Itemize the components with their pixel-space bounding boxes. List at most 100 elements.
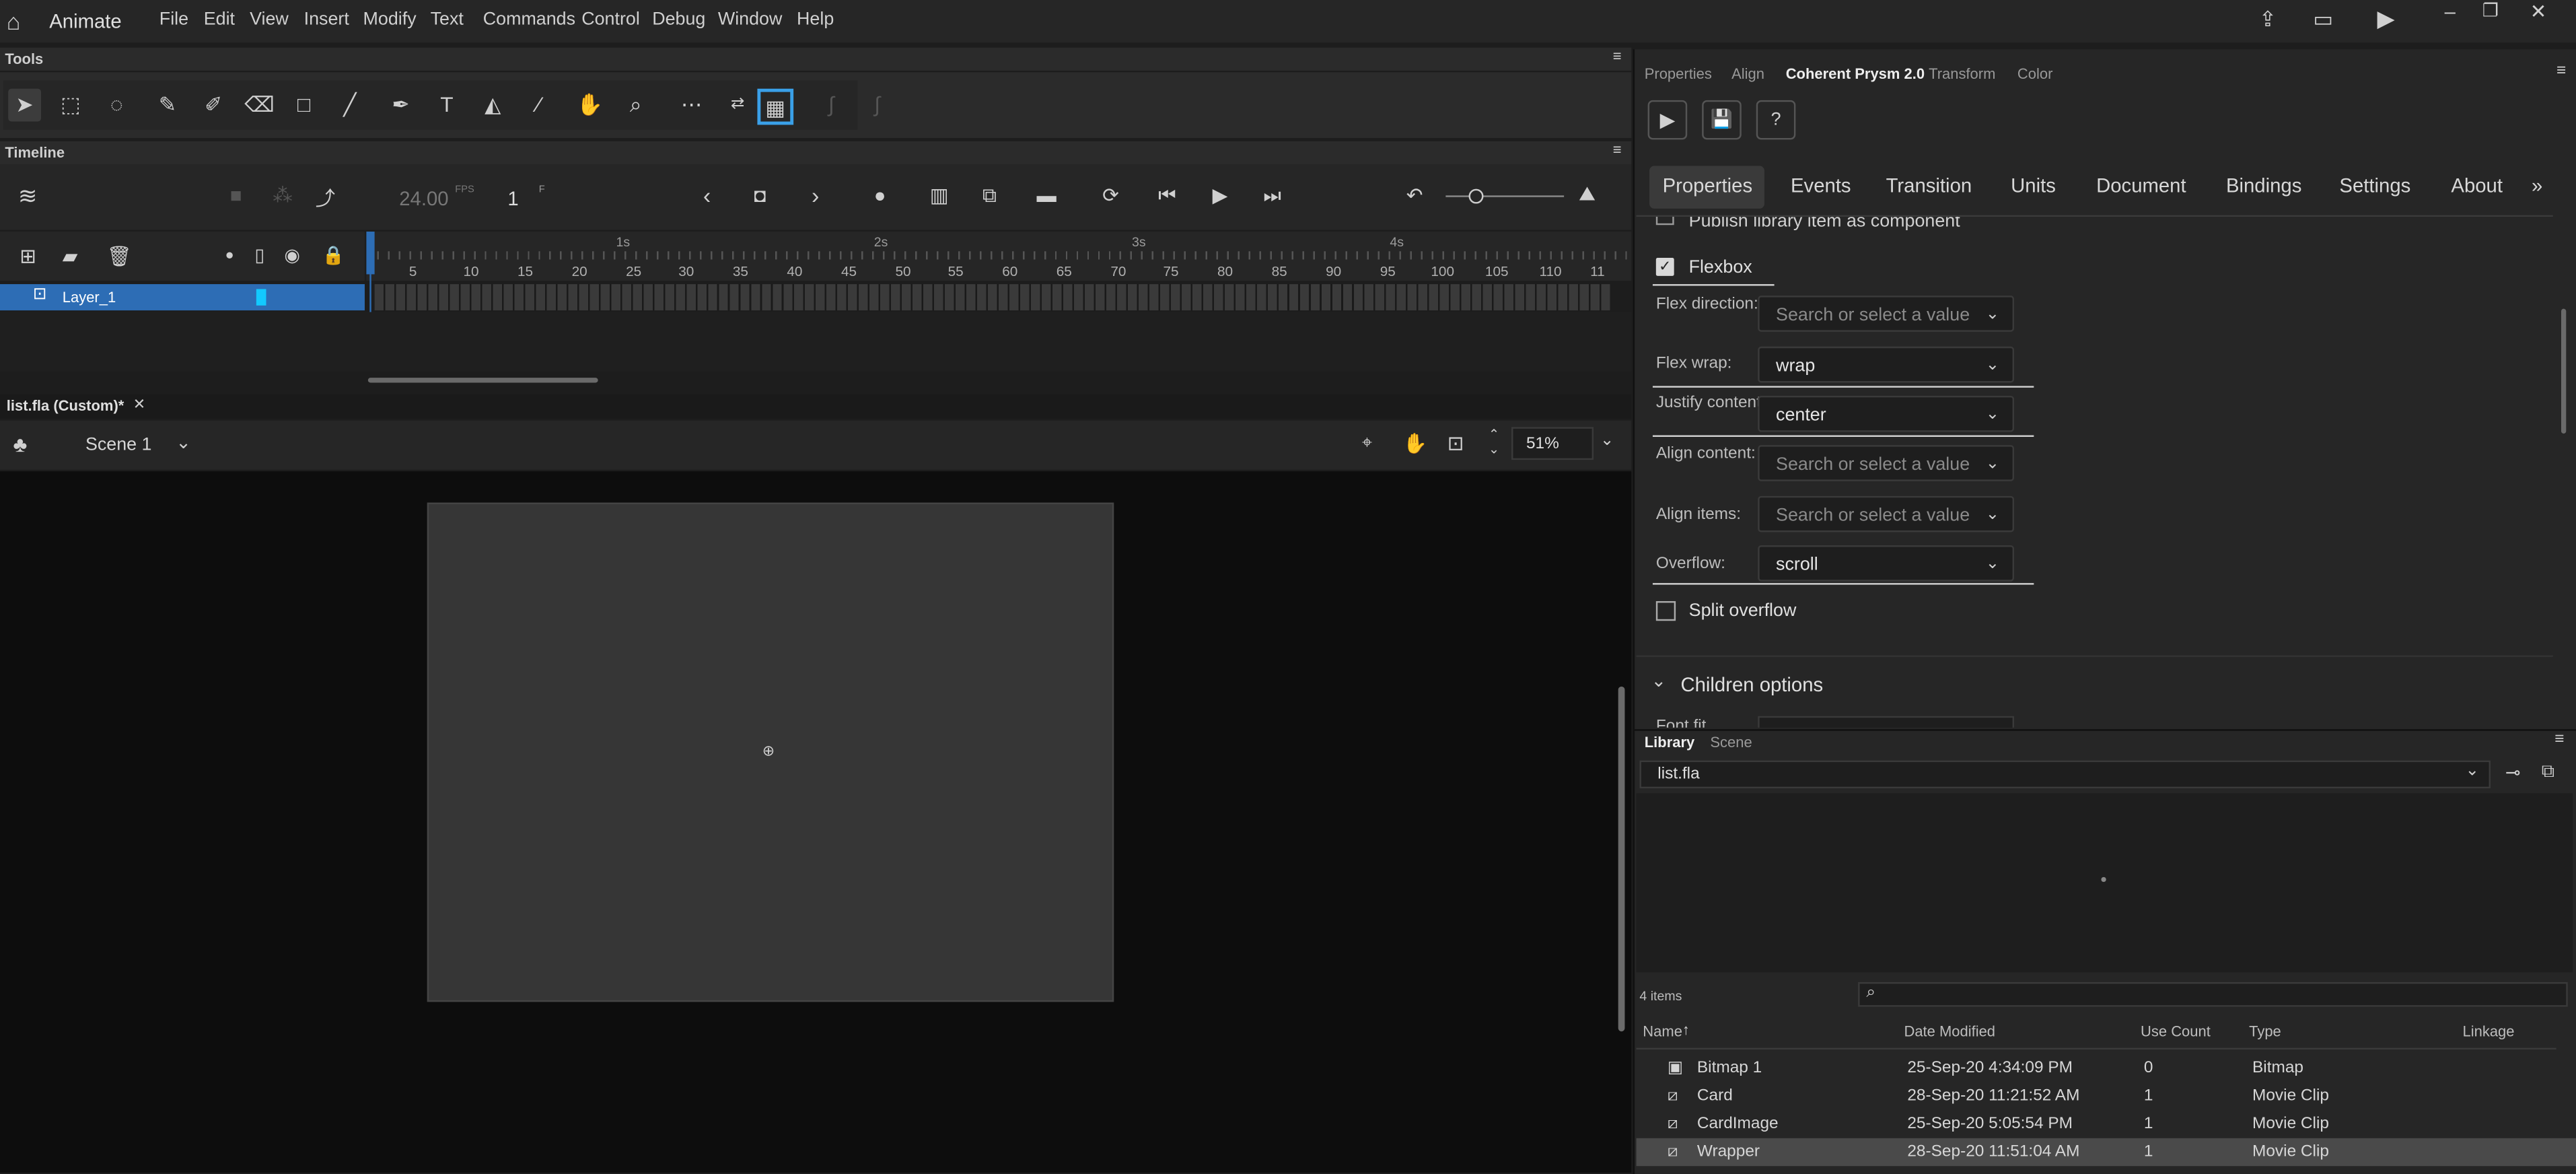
menu-debug[interactable]: Debug bbox=[652, 10, 705, 30]
selection-tool-icon[interactable]: ➤ bbox=[8, 88, 42, 122]
scene-icon[interactable]: ♣ bbox=[13, 432, 28, 457]
more-tools-icon[interactable]: ⋯ bbox=[675, 89, 708, 122]
tab-scene[interactable]: Scene bbox=[1710, 734, 1752, 751]
table-row-selected[interactable]: ⧄ Wrapper 28-Sep-20 11:51:04 AM 1 Movie … bbox=[1636, 1138, 2576, 1167]
fps-value[interactable]: 24.00 bbox=[399, 187, 448, 210]
document-tab-title[interactable]: list.fla (Custom)* bbox=[7, 397, 124, 413]
table-row[interactable]: ⧄ CardImage 25-Sep-20 5:05:54 PM 1 Movie… bbox=[1637, 1110, 2576, 1138]
chevron-down-icon[interactable]: ⌄ bbox=[1651, 670, 1667, 691]
subtab-units[interactable]: Units bbox=[2011, 174, 2056, 197]
edit-multiple-frames-icon[interactable]: ▥ bbox=[930, 184, 949, 207]
scene-dropdown-icon[interactable]: ⌄ bbox=[176, 432, 191, 453]
menu-commands[interactable]: Commands bbox=[483, 10, 575, 30]
library-menu-icon[interactable]: ≡ bbox=[2554, 731, 2564, 749]
subtab-document[interactable]: Document bbox=[2096, 174, 2186, 197]
menu-file[interactable]: File bbox=[159, 10, 188, 30]
frame-options-icon[interactable]: ▬ bbox=[1036, 184, 1056, 207]
text-tool-icon[interactable]: T bbox=[431, 89, 464, 122]
onion-skin-icon[interactable]: ● bbox=[874, 184, 886, 207]
free-transform-icon[interactable]: ⬚ bbox=[55, 89, 87, 122]
step-forward-icon[interactable]: ⏭ bbox=[1263, 184, 1281, 209]
new-layer-icon[interactable]: ⊞ bbox=[20, 245, 36, 268]
col-name[interactable]: Name bbox=[1643, 1023, 1682, 1039]
next-keyframe-icon[interactable]: › bbox=[812, 182, 819, 209]
minimize-icon[interactable]: – bbox=[2445, 0, 2456, 23]
col-date-modified[interactable]: Date Modified bbox=[1904, 1023, 1995, 1039]
paint-bucket-icon[interactable]: ◭ bbox=[476, 89, 509, 122]
tab-coherent-prysm[interactable]: Coherent Prysm 2.0 bbox=[1786, 66, 1925, 82]
collapse-timeline-icon[interactable]: ⛰ bbox=[1579, 182, 1596, 207]
zoom-icon[interactable]: ⌕ bbox=[619, 89, 652, 122]
delete-layer-icon[interactable]: 🗑 bbox=[107, 245, 132, 268]
test-movie-icon[interactable]: ▶ bbox=[2377, 5, 2395, 32]
flex-direction-select[interactable]: Search or select a value ⌄ bbox=[1758, 296, 2015, 332]
menu-view[interactable]: View bbox=[250, 10, 289, 30]
layer-color-swatch[interactable] bbox=[256, 289, 266, 306]
pin-icon[interactable]: ⊸ bbox=[2505, 762, 2521, 784]
timeline-menu-icon[interactable]: ≡ bbox=[1613, 141, 1622, 158]
panel-options-icon[interactable]: ≡ bbox=[2556, 63, 2566, 81]
undo-icon[interactable]: ↶ bbox=[1406, 184, 1423, 207]
col-linkage[interactable]: Linkage bbox=[2463, 1023, 2515, 1039]
help-button[interactable]: ? bbox=[1756, 100, 1796, 140]
timeline-scrollbar[interactable] bbox=[367, 378, 598, 383]
layer-row[interactable]: ⊡ Layer_1 bbox=[0, 284, 365, 311]
highlight-icon[interactable]: ● bbox=[225, 246, 234, 263]
eraser-icon[interactable]: ⌫ bbox=[243, 89, 276, 122]
tab-properties[interactable]: Properties bbox=[1645, 66, 1712, 82]
subtab-events[interactable]: Events bbox=[1791, 174, 1851, 197]
font-fit-select[interactable] bbox=[1758, 716, 2015, 728]
align-content-select[interactable]: Search or select a value ⌄ bbox=[1758, 445, 2015, 481]
insert-keyframe-icon[interactable]: ◘ bbox=[754, 184, 766, 207]
menu-insert[interactable]: Insert bbox=[304, 10, 349, 30]
split-overflow-checkbox[interactable] bbox=[1655, 600, 1676, 621]
zoom-stepper-icon[interactable]: ⌃ ⌄ bbox=[1489, 427, 1499, 456]
layers-icon[interactable]: ≋ bbox=[18, 182, 38, 210]
menu-text[interactable]: Text bbox=[431, 10, 464, 30]
col-type[interactable]: Type bbox=[2249, 1023, 2281, 1039]
flexbox-checkbox[interactable]: ✓ bbox=[1655, 258, 1674, 276]
subtab-settings[interactable]: Settings bbox=[2339, 174, 2410, 197]
align-items-select[interactable]: Search or select a value ⌄ bbox=[1758, 495, 2015, 532]
publish-checkbox[interactable] bbox=[1655, 217, 1674, 226]
menu-control[interactable]: Control bbox=[581, 10, 640, 30]
hand-icon[interactable]: ✋ bbox=[573, 89, 606, 122]
graph-icon[interactable]: ⤴ bbox=[316, 184, 335, 211]
flex-wrap-select[interactable]: wrap ⌄ bbox=[1758, 346, 2015, 383]
zoom-field[interactable]: 51% bbox=[1511, 427, 1594, 460]
new-folder-icon[interactable]: ▰ bbox=[63, 245, 78, 268]
subtab-about[interactable]: About bbox=[2451, 174, 2503, 197]
rotate-stage-icon[interactable]: ✋ bbox=[1403, 432, 1428, 455]
close-icon[interactable]: ✕ bbox=[2530, 0, 2547, 23]
menu-edit[interactable]: Edit bbox=[204, 10, 235, 30]
justify-content-select[interactable]: center ⌄ bbox=[1758, 395, 2015, 432]
restore-icon[interactable]: ❐ bbox=[2482, 0, 2499, 22]
line-icon[interactable]: ╱ bbox=[334, 89, 367, 122]
pen-icon[interactable]: ✒ bbox=[384, 89, 417, 122]
subtab-properties[interactable]: Properties bbox=[1663, 174, 1753, 197]
properties-scrollbar[interactable] bbox=[2561, 308, 2567, 434]
lock-icon[interactable]: 🔒 bbox=[322, 245, 344, 266]
more-tabs-icon[interactable]: » bbox=[2532, 174, 2542, 197]
eyedropper-icon[interactable]: ⁄ bbox=[522, 89, 555, 122]
library-search-input[interactable]: ⌕ bbox=[1858, 982, 2568, 1007]
stage-scrollbar[interactable] bbox=[1618, 686, 1625, 1032]
scene-name[interactable]: Scene 1 bbox=[85, 436, 152, 455]
tab-transform[interactable]: Transform bbox=[1929, 66, 1995, 82]
zoom-dropdown-icon[interactable]: ⌄ bbox=[1600, 432, 1614, 450]
outline-icon[interactable]: ▯ bbox=[254, 245, 264, 266]
tab-library[interactable]: Library bbox=[1645, 734, 1694, 751]
paint-brush-icon[interactable]: ✐ bbox=[197, 89, 230, 122]
menu-window[interactable]: Window bbox=[718, 10, 783, 30]
fill-color-icon[interactable]: ▦ bbox=[757, 88, 794, 125]
play-icon[interactable]: ▶ bbox=[1213, 184, 1228, 207]
layer-frames[interactable] bbox=[374, 284, 1610, 311]
layer-name[interactable]: Layer_1 bbox=[63, 289, 116, 305]
new-library-panel-icon[interactable]: ⧉ bbox=[2542, 762, 2554, 784]
rectangle-icon[interactable]: □ bbox=[287, 89, 320, 122]
brush-icon[interactable]: ✎ bbox=[151, 89, 184, 122]
tab-align[interactable]: Align bbox=[1731, 66, 1764, 82]
create-tween-icon[interactable]: ⧉ bbox=[982, 184, 997, 209]
library-document-select[interactable]: list.fla ⌄ bbox=[1639, 760, 2491, 789]
share-icon[interactable]: ⇪ bbox=[2259, 7, 2277, 33]
